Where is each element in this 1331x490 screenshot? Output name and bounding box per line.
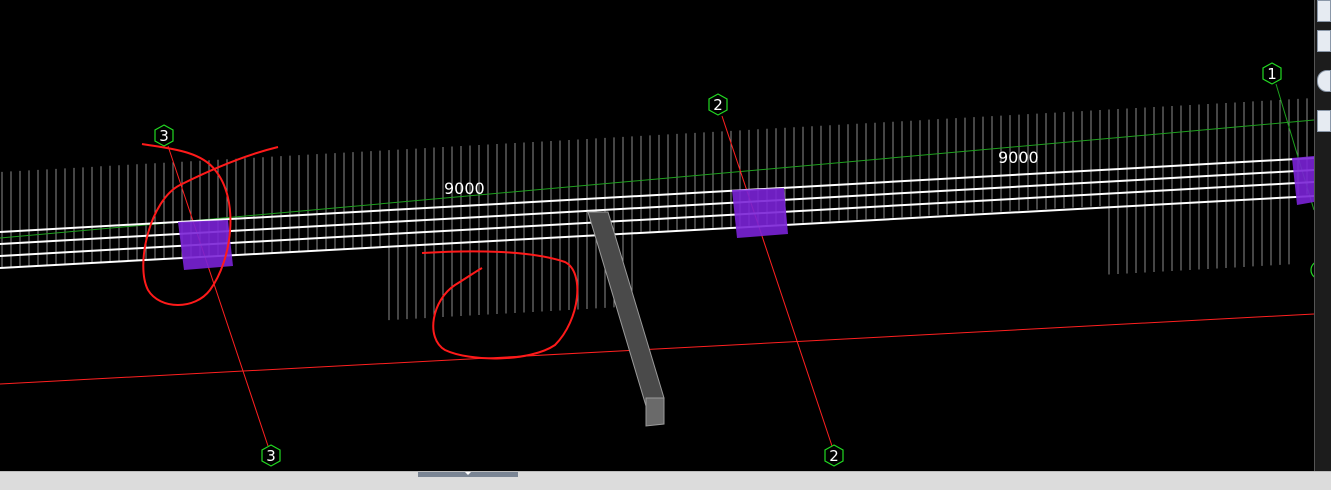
grid-label-2-bottom: 2 <box>829 447 839 465</box>
inclined-post-end <box>645 397 665 427</box>
grid-bubble-3-bottom[interactable]: 3 <box>261 444 281 467</box>
viewcube-icon[interactable] <box>1317 0 1331 22</box>
grid-label-3-top: 3 <box>159 127 169 145</box>
grid-bubble-3-top[interactable]: 3 <box>154 124 174 147</box>
grid-label-3-bottom: 3 <box>266 447 276 465</box>
navigation-toolbar <box>1314 0 1331 471</box>
grid-bubble-2-top[interactable]: 2 <box>708 93 728 116</box>
model-viewport[interactable]: 9000 9000 3 3 2 2 1 1 <box>0 0 1314 471</box>
grid-bubble-1-top[interactable]: 1 <box>1262 62 1282 85</box>
model-scene[interactable]: 9000 9000 3 3 2 2 1 1 <box>0 0 1314 471</box>
scroll-arrow-icon[interactable] <box>465 472 471 475</box>
grid-label-1-top: 1 <box>1267 65 1277 83</box>
view-box-icon[interactable] <box>1317 30 1331 52</box>
dimension-text-left: 9000 <box>444 179 485 198</box>
grid-bubble-2-bottom[interactable]: 2 <box>824 444 844 467</box>
horizontal-scrollbar[interactable] <box>0 471 1331 490</box>
dimension-text-right: 9000 <box>998 148 1039 167</box>
orbit-icon[interactable] <box>1317 70 1331 92</box>
navigation-bar-icon[interactable] <box>1317 110 1331 132</box>
column-block[interactable] <box>732 188 788 238</box>
column-block[interactable] <box>178 220 233 270</box>
grid-label-2-top: 2 <box>713 96 723 114</box>
